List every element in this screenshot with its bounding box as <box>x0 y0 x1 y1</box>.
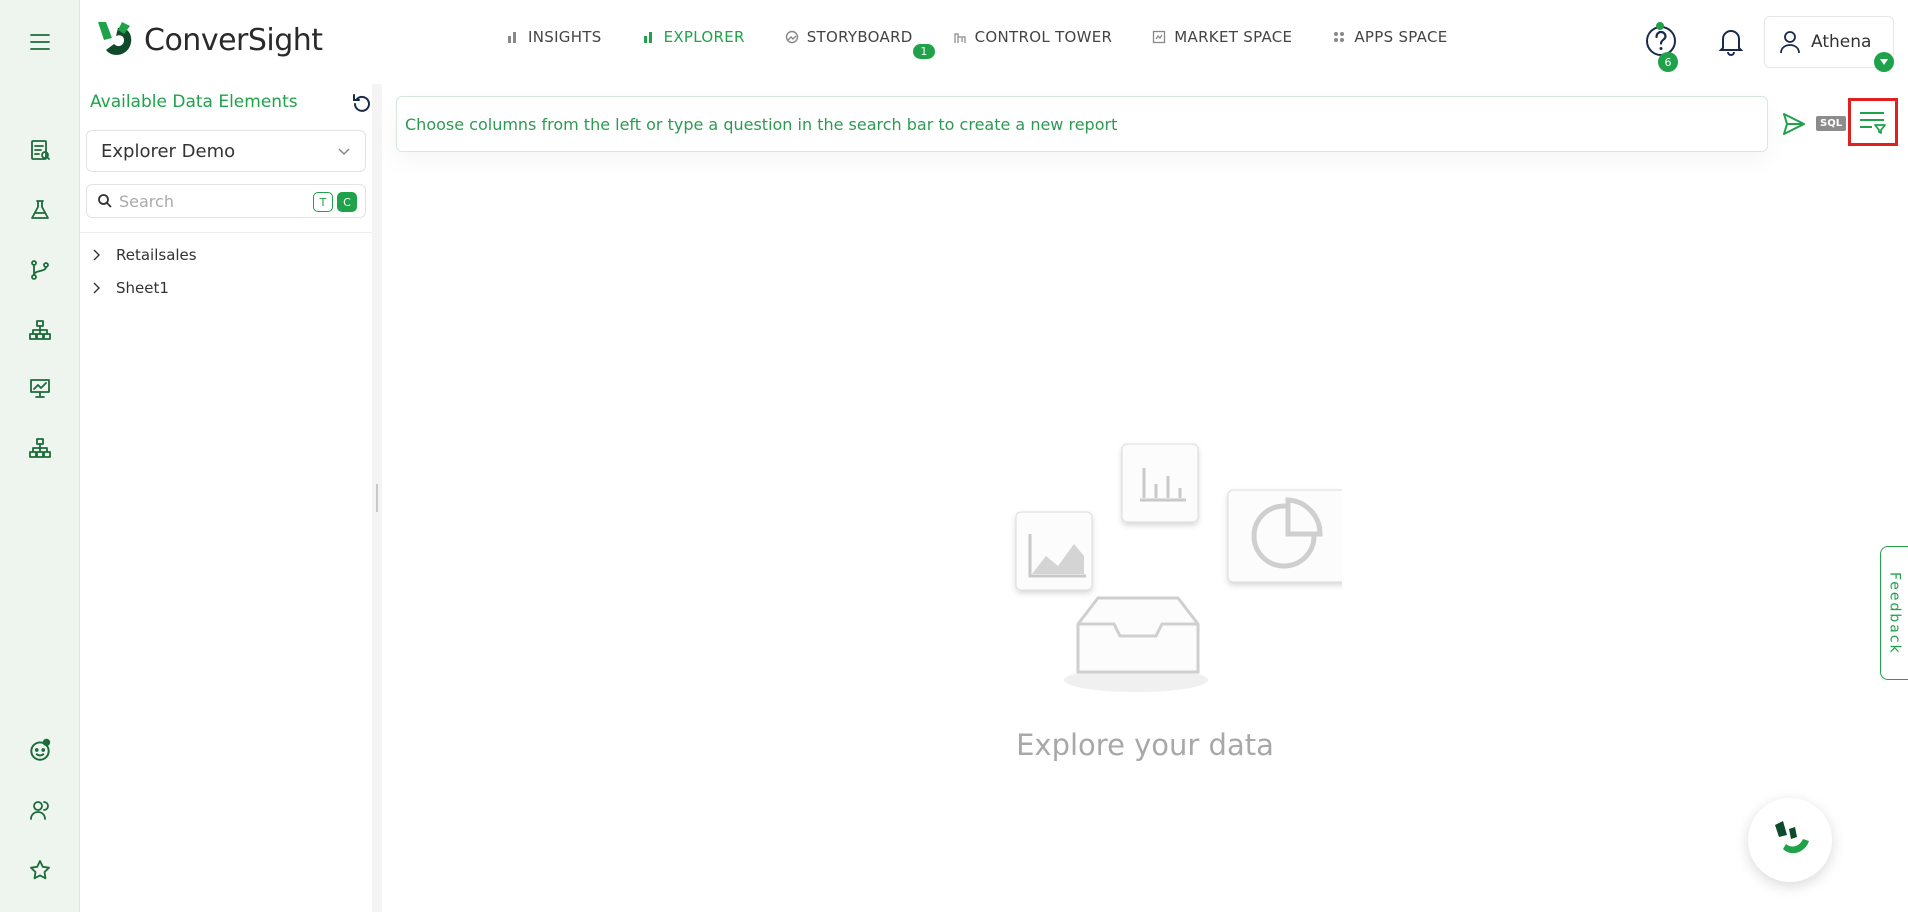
left-rail <box>0 0 80 912</box>
brand-logo[interactable]: ConverSight <box>92 18 323 62</box>
storyboard-icon <box>785 30 798 44</box>
notification-count: 6 <box>1658 52 1678 72</box>
control-tower-icon <box>954 33 966 43</box>
feedback-tab[interactable]: Feedback <box>1880 546 1908 680</box>
sql-button[interactable]: SQL <box>1816 116 1847 131</box>
refresh-icon[interactable] <box>350 92 374 116</box>
market-space-icon <box>1153 30 1166 44</box>
chevron-right-icon <box>93 249 100 261</box>
user-dropdown-caret-icon[interactable] <box>1874 52 1894 72</box>
notification-dot <box>1656 22 1664 30</box>
tree-item-sheet1[interactable]: Sheet1 <box>92 279 169 297</box>
nav-label: CONTROL TOWER <box>974 28 1113 46</box>
users-icon[interactable] <box>24 794 56 826</box>
send-query-icon[interactable] <box>1780 110 1808 138</box>
nav-label: MARKET SPACE <box>1174 28 1293 46</box>
panel-title: Available Data Elements <box>90 92 298 112</box>
chevron-right-icon <box>93 282 100 294</box>
assistant-face-icon[interactable] <box>24 734 56 766</box>
hierarchy-icon[interactable] <box>24 314 56 346</box>
presentation-chart-icon[interactable] <box>24 372 56 404</box>
report-icon[interactable] <box>24 134 56 166</box>
nav-label: EXPLORER <box>663 28 745 46</box>
flask-icon[interactable] <box>24 194 56 226</box>
top-header: ConverSight INSIGHTS EXPLORER STORYBOARD… <box>80 0 1908 84</box>
tree-item-label: Sheet1 <box>116 279 169 297</box>
query-input[interactable] <box>405 114 1745 134</box>
feedback-label: Feedback <box>1886 571 1903 655</box>
search-input[interactable] <box>119 191 299 211</box>
filter-tables-toggle[interactable]: T <box>313 192 333 212</box>
splitter-handle[interactable] <box>376 484 378 512</box>
nav-storyboard[interactable]: STORYBOARD 1 <box>785 28 935 59</box>
report-settings-button[interactable] <box>1848 98 1898 146</box>
user-icon <box>1780 31 1800 54</box>
filter-columns-toggle[interactable]: C <box>337 192 357 212</box>
nav-market-space[interactable]: MARKET SPACE <box>1152 28 1292 46</box>
dataset-select[interactable]: Explorer Demo <box>86 130 366 172</box>
search-icon <box>98 194 112 208</box>
user-name: Athena <box>1811 32 1872 52</box>
git-branch-icon[interactable] <box>24 254 56 286</box>
tree-item-label: Retailsales <box>116 246 197 264</box>
nav-explorer[interactable]: EXPLORER <box>642 28 745 46</box>
conversight-logo-icon <box>98 22 132 55</box>
panel-resize-splitter[interactable] <box>372 84 382 912</box>
explorer-main: SQL Explore your data <box>382 84 1908 912</box>
chevron-down-icon <box>338 148 350 156</box>
brand-name: ConverSight <box>144 22 323 58</box>
assistant-logo-icon <box>1775 821 1809 854</box>
panel-divider <box>80 232 372 233</box>
storyboard-badge: 1 <box>913 44 935 59</box>
notification-bell-icon[interactable] <box>1714 24 1748 58</box>
search-box: T C <box>86 184 366 218</box>
nav-apps-space[interactable]: APPS SPACE <box>1332 28 1447 46</box>
nav-insights[interactable]: INSIGHTS <box>506 28 602 46</box>
chat-assistant-button[interactable] <box>1748 798 1832 882</box>
org-chart-icon[interactable] <box>24 432 56 464</box>
nav-label: INSIGHTS <box>528 28 602 46</box>
bar-chart-icon <box>643 32 652 43</box>
tree-item-retailsales[interactable]: Retailsales <box>92 246 197 264</box>
empty-state-text: Explore your data <box>1016 728 1274 762</box>
apps-grid-icon <box>1334 32 1345 42</box>
bar-chart-icon <box>508 32 516 43</box>
hamburger-menu-icon[interactable] <box>24 26 56 58</box>
nav-label: STORYBOARD <box>806 28 913 46</box>
main-nav: INSIGHTS EXPLORER STORYBOARD 1 CONTROL T… <box>506 28 1488 59</box>
nav-control-tower[interactable]: CONTROL TOWER <box>953 28 1113 46</box>
query-bar <box>396 96 1768 152</box>
data-elements-panel: Available Data Elements Explorer Demo T … <box>80 84 372 912</box>
list-filter-icon <box>1860 112 1886 134</box>
nav-label: APPS SPACE <box>1354 28 1448 46</box>
empty-state-illustration <box>1015 443 1342 692</box>
star-icon[interactable] <box>24 854 56 886</box>
app-root: ConverSight INSIGHTS EXPLORER STORYBOARD… <box>0 0 1908 912</box>
dataset-selected-value: Explorer Demo <box>101 140 236 162</box>
